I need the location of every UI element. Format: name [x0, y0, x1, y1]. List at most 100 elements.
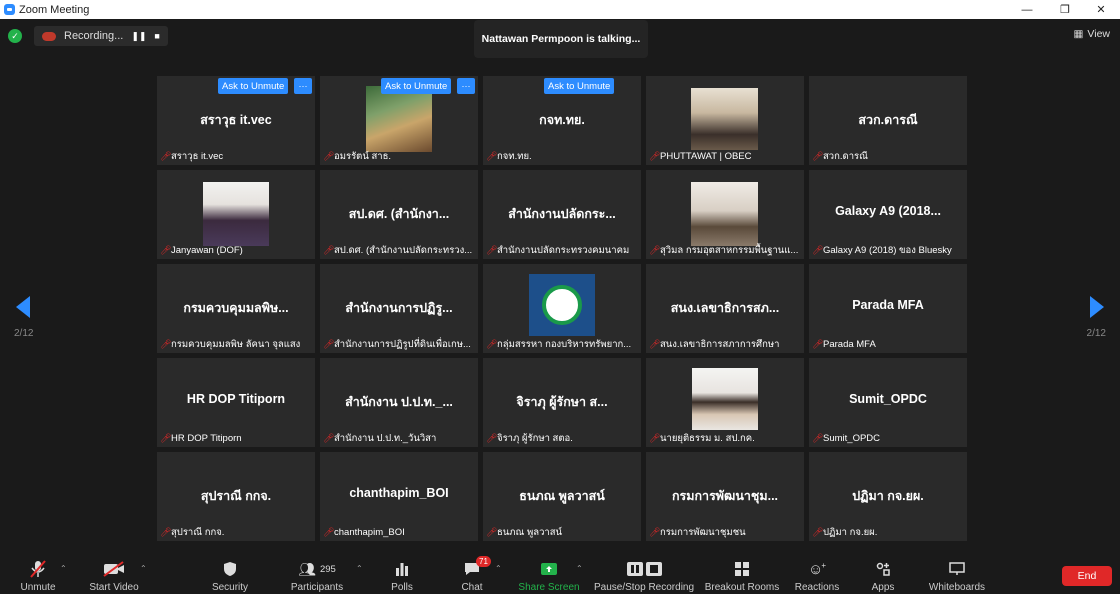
- participant-name: Galaxy A9 (2018) ของ Bluesky: [823, 245, 952, 256]
- share-screen-button[interactable]: Share Screen: [518, 552, 580, 594]
- participant-name: นายยุติธรรม ม. สป.กค.: [660, 433, 755, 444]
- pause-stop-icon: [626, 558, 662, 580]
- participant-video-photo: [203, 182, 269, 246]
- participant-tile[interactable]: Ask to Unmute ··· สราวุธ it.vec 🎤︎ สราวุธ…: [157, 76, 315, 165]
- participant-tile[interactable]: สำนักงาน ป.ป.ท._... 🎤︎ สำนักงาน ป.ป.ท._วั…: [320, 358, 478, 447]
- ask-to-unmute-button[interactable]: Ask to Unmute: [218, 78, 289, 94]
- grid-view-icon: ▦: [1073, 28, 1084, 40]
- muted-mic-icon: 🎤︎: [323, 527, 335, 537]
- participant-tile[interactable]: 🎤︎ กลุ่มสรรหา กองบริหารทรัพยาก...: [483, 264, 641, 353]
- apps-icon: [876, 558, 890, 580]
- chat-unread-badge: 71: [476, 556, 491, 567]
- more-options-button[interactable]: ···: [457, 78, 475, 94]
- participants-button[interactable]: 👥︎ 295 Participants: [288, 552, 346, 594]
- apps-label: Apps: [871, 582, 895, 593]
- muted-mic-icon: 🎤︎: [323, 433, 335, 443]
- maximize-button[interactable]: ❐: [1046, 0, 1084, 19]
- participant-display-name: Sumit_OPDC: [849, 392, 927, 406]
- participant-display-name: กรมการพัฒนาชุม...: [671, 489, 779, 503]
- end-meeting-button[interactable]: End: [1062, 566, 1112, 586]
- participants-icon: 👥︎ 295: [298, 560, 336, 577]
- view-button[interactable]: ▦ View: [1074, 28, 1111, 40]
- participant-tile[interactable]: สุปราณี กกจ. 🎤︎ สุปราณี กกจ.: [157, 452, 315, 541]
- participant-tile[interactable]: 🎤︎ PHUTTAWAT | OBEC: [646, 76, 804, 165]
- minimize-button[interactable]: —: [1008, 0, 1046, 19]
- participant-tile[interactable]: Parada MFA 🎤︎ Parada MFA: [809, 264, 967, 353]
- unmute-button[interactable]: Unmute: [16, 552, 60, 594]
- security-shield-icon[interactable]: ✓: [8, 29, 22, 43]
- muted-mic-icon: 🎤︎: [649, 433, 661, 443]
- participant-tile[interactable]: สวก.ดารณี 🎤︎ สวก.ดารณี: [809, 76, 967, 165]
- participant-tile[interactable]: กรมควบคุมมลพิษ... 🎤︎ กรมควบคุมมลพิษ ลัคนา…: [157, 264, 315, 353]
- participant-name: Parada MFA: [823, 339, 876, 350]
- share-chevron-icon[interactable]: ⌃: [576, 564, 583, 573]
- pause-recording-icon[interactable]: ❚❚: [131, 31, 146, 42]
- participant-display-name: สำนักงานการปฏิรู...: [345, 301, 453, 315]
- participant-display-name: กจท.ทย.: [539, 113, 585, 127]
- active-speaker-banner: Nattawan Permpoon is talking...: [474, 20, 648, 58]
- muted-mic-icon: 🎤︎: [649, 245, 661, 255]
- participants-chevron-icon[interactable]: ⌃: [356, 564, 363, 573]
- chat-chevron-icon[interactable]: ⌃: [495, 564, 502, 573]
- muted-microphone-icon: [30, 558, 46, 580]
- meeting-toolbar: Unmute ⌃ Start Video ⌃ Security 👥︎ 295 Pa…: [0, 552, 1120, 594]
- polls-button[interactable]: Polls: [386, 552, 418, 594]
- participant-display-name: ปฏิมา กจ.ยผ.: [852, 489, 924, 503]
- start-video-button[interactable]: Start Video: [88, 552, 140, 594]
- participant-tile[interactable]: Ask to Unmute กจท.ทย. 🎤︎ กจท.ทย.: [483, 76, 641, 165]
- participant-tile[interactable]: สนง.เลขาธิการสภ... 🎤︎ สนง.เลขาธิการสภาการ…: [646, 264, 804, 353]
- participant-display-name: Galaxy A9 (2018...: [835, 204, 941, 218]
- participant-tile[interactable]: ปฏิมา กจ.ยผ. 🎤︎ ปฏิมา กจ.ยผ.: [809, 452, 967, 541]
- more-options-button[interactable]: ···: [294, 78, 312, 94]
- participant-tile[interactable]: สำนักงานปลัดกระ... 🎤︎ สำนักงานปลัดกระทรวง…: [483, 170, 641, 259]
- participant-tile[interactable]: สำนักงานการปฏิรู... 🎤︎ สำนักงานการปฏิรูปท…: [320, 264, 478, 353]
- muted-mic-icon: 🎤︎: [160, 339, 172, 349]
- participant-display-name: สป.ดศ. (สำนักงา...: [348, 207, 450, 221]
- whiteboards-button[interactable]: Whiteboards: [926, 552, 988, 594]
- gallery-grid: Ask to Unmute ··· สราวุธ it.vec 🎤︎ สราวุธ…: [157, 76, 967, 542]
- video-off-icon: [103, 558, 125, 580]
- participant-name: ธนภณ พูลวาสน์: [497, 527, 563, 538]
- participant-tile[interactable]: HR DOP Titiporn 🎤︎ HR DOP Titiporn: [157, 358, 315, 447]
- view-label: View: [1087, 28, 1110, 40]
- security-button[interactable]: Security: [206, 552, 254, 594]
- participant-tile[interactable]: Sumit_OPDC 🎤︎ Sumit_OPDC: [809, 358, 967, 447]
- close-button[interactable]: ✕: [1082, 0, 1120, 19]
- participant-tile[interactable]: จิราภุ ผู้รักษา ส... 🎤︎ จิราภุ ผู้รักษา ส…: [483, 358, 641, 447]
- video-options-chevron-icon[interactable]: ⌃: [140, 564, 147, 573]
- participant-name: สำนักงานปลัดกระทรวงคมนาคม: [497, 245, 630, 256]
- muted-mic-icon: 🎤︎: [486, 245, 498, 255]
- participant-name: จิราภุ ผู้รักษา สตอ.: [497, 433, 573, 444]
- ask-to-unmute-button[interactable]: Ask to Unmute: [381, 78, 452, 94]
- pause-stop-recording-button[interactable]: Pause/Stop Recording: [594, 552, 694, 594]
- participant-display-name: ธนภณ พูลวาสน์: [519, 489, 605, 503]
- muted-mic-icon: 🎤︎: [812, 527, 824, 537]
- participant-tile[interactable]: Galaxy A9 (2018... 🎤︎ Galaxy A9 (2018) ขอ…: [809, 170, 967, 259]
- previous-page-arrow-icon[interactable]: [16, 296, 30, 318]
- breakout-rooms-icon: [734, 558, 750, 580]
- next-page-arrow-icon[interactable]: [1090, 296, 1104, 318]
- participant-tile[interactable]: กรมการพัฒนาชุม... 🎤︎ กรมการพัฒนาชุมชน: [646, 452, 804, 541]
- reactions-button[interactable]: ☺︎ + Reactions: [794, 552, 840, 594]
- ask-to-unmute-button[interactable]: Ask to Unmute: [544, 78, 615, 94]
- muted-mic-icon: 🎤︎: [649, 339, 661, 349]
- window-titlebar: Zoom Meeting: [0, 0, 1120, 19]
- zoom-app-icon: [4, 4, 15, 15]
- participant-tile[interactable]: สป.ดศ. (สำนักงา... 🎤︎ สป.ดศ. (สำนักงานปลั…: [320, 170, 478, 259]
- participant-video-photo: [691, 182, 758, 246]
- start-video-label: Start Video: [89, 582, 139, 593]
- stop-recording-icon[interactable]: ■: [154, 31, 159, 41]
- muted-mic-icon: 🎤︎: [812, 433, 824, 443]
- participant-tile[interactable]: 🎤︎ นายยุติธรรม ม. สป.กค.: [646, 358, 804, 447]
- participant-display-name: Parada MFA: [852, 298, 924, 312]
- breakout-rooms-button[interactable]: Breakout Rooms: [704, 552, 780, 594]
- apps-button[interactable]: Apps: [868, 552, 898, 594]
- participant-tile[interactable]: chanthapim_BOI 🎤︎ chanthapim_BOI: [320, 452, 478, 541]
- share-screen-label: Share Screen: [518, 582, 580, 593]
- participant-tile[interactable]: ธนภณ พูลวาสน์ 🎤︎ ธนภณ พูลวาสน์: [483, 452, 641, 541]
- participant-tile[interactable]: 🎤︎ Janyawan (DOF): [157, 170, 315, 259]
- audio-options-chevron-icon[interactable]: ⌃: [60, 564, 67, 573]
- participant-tile[interactable]: 🎤︎ สุวิมล กรมอุตสาหกรรมพื้นฐานแ...: [646, 170, 804, 259]
- participant-name: กจท.ทย.: [497, 151, 532, 162]
- participant-tile[interactable]: Ask to Unmute ··· 🎤︎ อมรรัตน์ สาธ.: [320, 76, 478, 165]
